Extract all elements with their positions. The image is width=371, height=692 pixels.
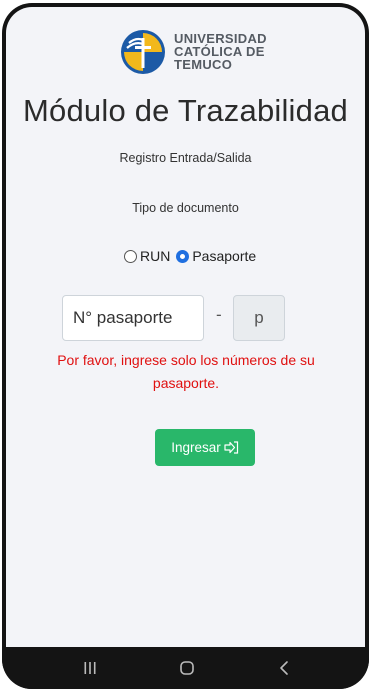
radio-run-label: RUN: [140, 248, 171, 264]
radio-pasaporte[interactable]: Pasaporte: [176, 248, 262, 264]
back-icon: [280, 661, 288, 675]
app-screen: UNIVERSIDAD CATÓLICA DE TEMUCO Módulo de…: [6, 7, 365, 647]
page-title: Módulo de Trazabilidad: [23, 93, 348, 128]
university-logo: UNIVERSIDAD CATÓLICA DE TEMUCO: [120, 27, 310, 81]
radio-run-circle[interactable]: [124, 249, 137, 263]
home-icon: [180, 661, 194, 675]
home-button[interactable]: [167, 655, 207, 681]
dash-separator: -: [216, 305, 222, 324]
radio-pasaporte-circle[interactable]: [176, 249, 190, 263]
ingresar-button[interactable]: Ingresar: [155, 429, 255, 466]
recent-apps-icon: [84, 662, 96, 674]
phone-frame: UNIVERSIDAD CATÓLICA DE TEMUCO Módulo de…: [2, 3, 369, 689]
passport-suffix-input: [233, 295, 285, 341]
document-type-radio-group: RUN Pasaporte: [124, 247, 262, 265]
document-type-label: Tipo de documento: [132, 201, 239, 215]
passport-number-input[interactable]: [62, 295, 204, 341]
logo-text: UNIVERSIDAD CATÓLICA DE TEMUCO: [174, 32, 267, 71]
page-subtitle: Registro Entrada/Salida: [119, 151, 252, 165]
radio-pasaporte-label: Pasaporte: [192, 248, 257, 264]
recent-apps-button[interactable]: [70, 655, 110, 681]
sign-in-icon: [224, 441, 238, 454]
back-button[interactable]: [264, 655, 304, 681]
ingresar-button-label: Ingresar: [171, 440, 221, 455]
error-message: Por favor, ingrese solo los números de s…: [57, 352, 315, 391]
android-navbar: [2, 647, 369, 689]
logo-line-3: TEMUCO: [174, 57, 233, 72]
ucm-logo-icon: [121, 30, 165, 74]
radio-run[interactable]: RUN: [124, 248, 176, 264]
